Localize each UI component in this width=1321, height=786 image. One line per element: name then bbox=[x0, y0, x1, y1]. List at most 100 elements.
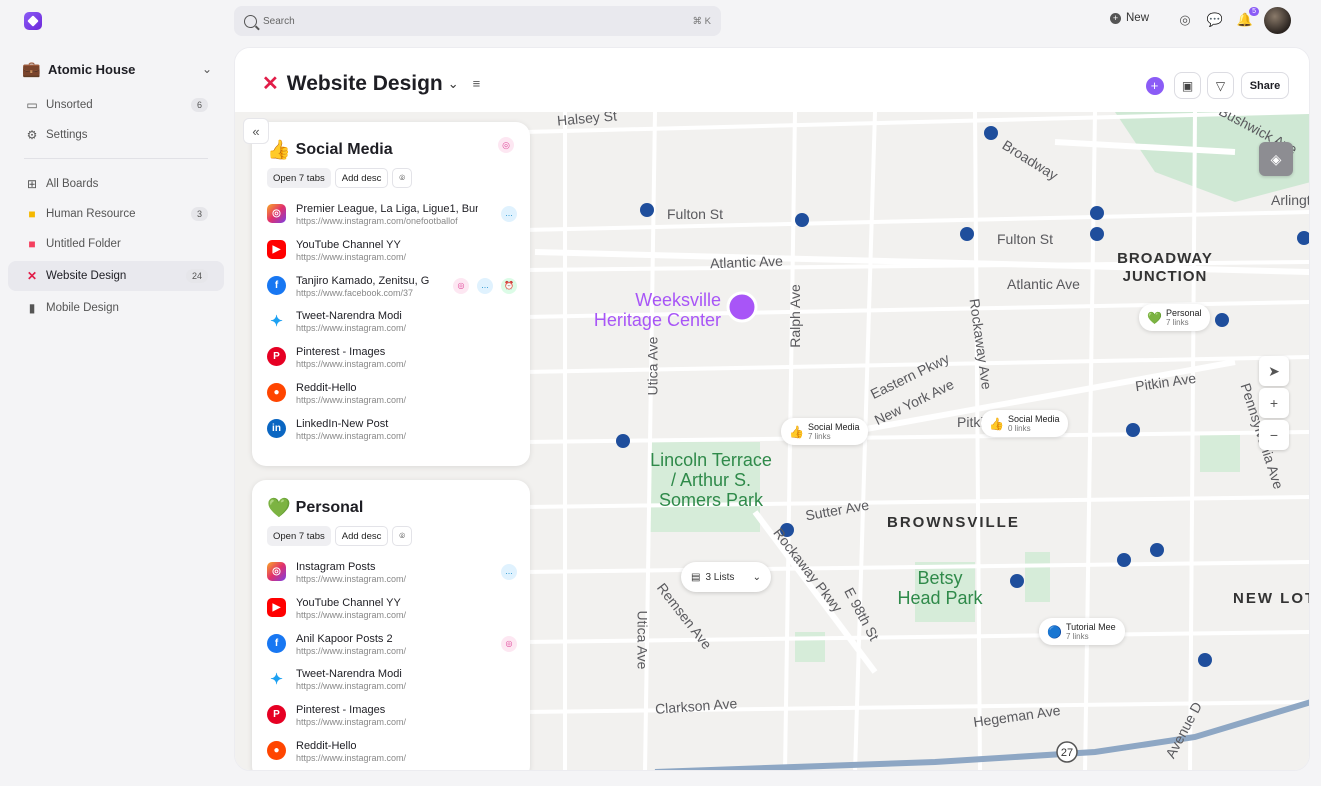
sidebar-item-all-boards[interactable]: ⊞ All Boards bbox=[8, 169, 224, 199]
youtube-icon: ▶ bbox=[267, 239, 286, 259]
sidebar-item-label: Untitled Folder bbox=[46, 238, 121, 250]
open-tabs-button[interactable]: Open 7 tabs bbox=[267, 526, 331, 546]
filter-icon: ▽ bbox=[1215, 78, 1226, 93]
link-url: https://www.instagram.com/onefootballof bbox=[296, 216, 458, 226]
link-url: https://www.instagram.com/ bbox=[296, 609, 407, 620]
list-item[interactable]: ▶ YouTube Channel YY https://www.instagra… bbox=[267, 239, 517, 275]
link-url: https://www.instagram.com/ bbox=[296, 394, 407, 405]
list-item[interactable]: f Tanjiro Kamado, Zenitsu, Ghttps://www.… bbox=[267, 275, 517, 311]
comment-icon[interactable]: … bbox=[477, 277, 493, 294]
link-url: https://www.instagram.com/ bbox=[296, 251, 407, 262]
search-input[interactable]: Search ⌘ K bbox=[234, 6, 721, 36]
chevron-down-icon[interactable]: ⌄ bbox=[448, 76, 459, 92]
sidebar-item-mobile-design[interactable]: ▮ Mobile Design bbox=[8, 293, 224, 323]
share-button[interactable]: Share bbox=[1241, 72, 1289, 99]
zoom-out-button[interactable]: − bbox=[1259, 420, 1289, 450]
count-badge: 24 bbox=[185, 269, 208, 283]
target-icon[interactable]: ◎ bbox=[453, 277, 469, 294]
list-item[interactable]: P Pinterest - Images https://www.instagra… bbox=[267, 704, 517, 740]
sidebar-item-untitled-folder[interactable]: ■ Untitled Folder bbox=[8, 229, 224, 259]
location-button[interactable]: ⌾ bbox=[392, 168, 413, 188]
list-card-social-media: 👍 Social Media ◎ Open 7 tabs Add desc ⌾ ◎… bbox=[252, 122, 530, 466]
layout-button[interactable]: ▣ bbox=[1174, 72, 1201, 99]
workspace-switcher[interactable]: 💼 Atomic House ⌄ bbox=[22, 58, 212, 80]
card-title-text: Personal bbox=[295, 499, 364, 516]
menu-icon[interactable]: ≡ bbox=[473, 76, 481, 91]
thumbs-up-icon: 👍 bbox=[267, 140, 291, 161]
target-icon[interactable]: ◎ bbox=[498, 137, 514, 153]
pin-count: 0 links bbox=[1007, 424, 1031, 433]
map-pin[interactable]: 💚 Personal 7 links bbox=[1139, 304, 1211, 331]
avatar[interactable] bbox=[1264, 7, 1291, 34]
lists-selector-label: 3 Lists bbox=[705, 571, 735, 583]
pin-count: 7 links bbox=[1065, 632, 1089, 641]
sidebar-item-human-resource[interactable]: ■ Human Resource 3 bbox=[8, 199, 224, 229]
layers-button[interactable]: ◈ bbox=[1259, 142, 1293, 176]
map-pin[interactable]: 🔵 Tutorial Mee 7 links bbox=[1039, 618, 1125, 645]
comment-icon[interactable]: … bbox=[501, 564, 517, 580]
sidebar-item-settings[interactable]: ⚙ Settings bbox=[8, 120, 224, 150]
zoom-in-button[interactable]: + bbox=[1259, 388, 1289, 418]
location-button[interactable]: ⌾ bbox=[392, 526, 413, 546]
board-title-group[interactable]: ✕ Website Design ⌄ ≡ bbox=[262, 71, 480, 96]
list-item[interactable]: in LinkedIn-New Post https://www.instagra… bbox=[267, 418, 517, 454]
card-title[interactable]: 💚 Personal bbox=[267, 496, 363, 520]
pin-count: 7 links bbox=[807, 432, 831, 441]
sidebar-item-unsorted[interactable]: ▭ Unsorted 6 bbox=[8, 90, 224, 120]
map-pin[interactable]: 👍 Social Media 0 links bbox=[981, 410, 1069, 437]
sidebar-item-website-design[interactable]: ✕ Website Design 24 bbox=[8, 261, 224, 291]
app-logo[interactable] bbox=[24, 12, 42, 30]
list-item[interactable]: ● Reddit-Hello https://www.instagram.com/ bbox=[267, 740, 517, 770]
plus-icon: + bbox=[1269, 395, 1279, 411]
target-icon[interactable]: ◎ bbox=[501, 635, 517, 652]
map-pin[interactable]: 👍 Social Media 7 links bbox=[781, 418, 869, 445]
collapse-lists-button[interactable]: « bbox=[243, 118, 269, 144]
list-item[interactable]: ◎ Instagram Posts https://www.instagram.c… bbox=[267, 561, 517, 597]
new-button[interactable]: + New bbox=[1110, 12, 1149, 24]
pin-name: Social Media bbox=[807, 422, 860, 432]
list-item[interactable]: ✦ Tweet-Narendra Modi https://www.instagr… bbox=[267, 668, 517, 704]
link-title: Reddit-Hello bbox=[296, 381, 357, 394]
chat-icon[interactable]: 💬 bbox=[1205, 10, 1225, 30]
instagram-icon: ◎ bbox=[267, 562, 286, 581]
list-item[interactable]: ◎ Premier League, La Liga, Ligue1, Bun ht… bbox=[267, 203, 517, 239]
neighborhood-label: NEW LOT bbox=[1233, 590, 1310, 607]
street-label: Utica Ave bbox=[634, 610, 651, 670]
card-title[interactable]: 👍 Social Media bbox=[267, 138, 393, 162]
map-pin-icon: ⌾ bbox=[399, 530, 406, 542]
double-chevron-left-icon: « bbox=[252, 123, 260, 139]
chevron-down-icon: ⌄ bbox=[752, 571, 761, 583]
bell-icon[interactable]: 🔔 5 bbox=[1235, 7, 1259, 30]
link-title: Tweet-Narendra Modi bbox=[296, 310, 402, 323]
board-icon: ✕ bbox=[262, 73, 279, 95]
new-button-label: New bbox=[1126, 12, 1150, 24]
route-number: 27 bbox=[1061, 747, 1073, 759]
filter-button[interactable]: ▽ bbox=[1207, 72, 1234, 99]
list-item[interactable]: ▶ YouTube Channel YY https://www.instagra… bbox=[267, 597, 517, 633]
lists-selector[interactable]: ▤ 3 Lists ⌄ bbox=[681, 562, 771, 592]
list-item[interactable]: ● Reddit-Hello https://www.instagram.com/ bbox=[267, 382, 517, 418]
card-title-text: Social Media bbox=[295, 141, 393, 158]
target-icon[interactable]: ◎ bbox=[1175, 10, 1195, 30]
link-url: https://www.facebook.com/37 bbox=[296, 287, 414, 298]
locate-button[interactable]: ➤ bbox=[1259, 356, 1289, 386]
comment-icon[interactable]: … bbox=[501, 206, 517, 222]
list-item[interactable]: f Anil Kapoor Posts 2 https://www.instagr… bbox=[267, 633, 517, 669]
sidebar-divider bbox=[24, 158, 208, 159]
sidebar-item-label: Human Resource bbox=[46, 208, 136, 220]
add-desc-button[interactable]: Add desc bbox=[334, 526, 389, 546]
link-title: Tanjiro Kamado, Zenitsu, G bbox=[296, 274, 430, 287]
list-item[interactable]: ✦ Tweet-Narendra Modi https://www.instagr… bbox=[267, 310, 517, 346]
facebook-icon: f bbox=[267, 633, 286, 653]
place-label: Weeksville Heritage Center bbox=[593, 290, 721, 330]
alarm-icon[interactable]: ⏰ bbox=[501, 277, 517, 294]
add-button[interactable]: + bbox=[1141, 72, 1168, 99]
list-item[interactable]: P Pinterest - Images https://www.instagra… bbox=[267, 346, 517, 382]
search-icon bbox=[244, 14, 257, 28]
pin-count: 7 links bbox=[1165, 318, 1189, 327]
add-desc-button[interactable]: Add desc bbox=[334, 168, 389, 188]
open-tabs-button[interactable]: Open 7 tabs bbox=[267, 168, 331, 188]
twitter-icon: ✦ bbox=[267, 669, 286, 689]
circle-icon: 🔵 bbox=[1047, 624, 1062, 639]
neighborhood-label: BROWNSVILLE bbox=[887, 514, 1020, 531]
